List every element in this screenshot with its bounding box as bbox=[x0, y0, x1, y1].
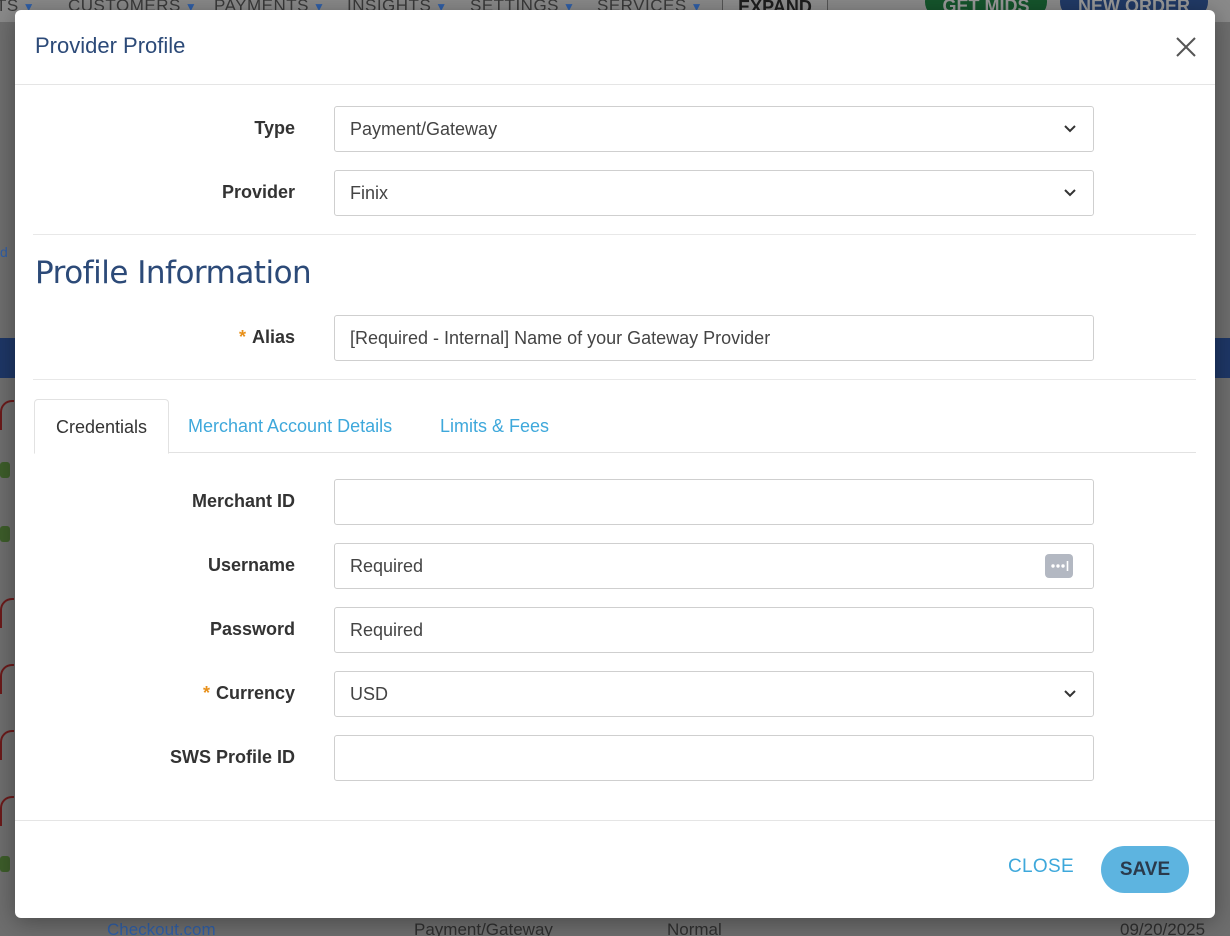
background-gear-icon bbox=[0, 526, 10, 542]
background-gear-icon bbox=[0, 856, 10, 872]
currency-label: * Currency bbox=[202, 683, 295, 703]
background-row-date: 09/20/2025 bbox=[1120, 920, 1206, 936]
section-title: Profile Information bbox=[35, 255, 312, 291]
close-x-icon[interactable] bbox=[1173, 34, 1199, 60]
background-left-fragment: d bbox=[0, 244, 8, 260]
alias-input[interactable]: [Required - Internal] Name of your Gatew… bbox=[334, 315, 1094, 361]
background-row-marker bbox=[0, 796, 14, 826]
required-marker: * bbox=[202, 683, 210, 703]
password-manager-icon[interactable] bbox=[1045, 554, 1073, 578]
type-select[interactable]: Payment/Gateway bbox=[334, 106, 1094, 152]
provider-label: Provider bbox=[221, 182, 295, 202]
currency-select-value: USD bbox=[350, 684, 389, 704]
modal-header: Provider Profile bbox=[15, 10, 1215, 85]
chevron-down-icon bbox=[1064, 125, 1076, 133]
background-row-marker bbox=[0, 598, 14, 628]
required-marker: * bbox=[238, 327, 246, 347]
type-select-value: Payment/Gateway bbox=[350, 119, 498, 139]
background-table-header-left bbox=[0, 338, 16, 378]
modal-title: Provider Profile bbox=[35, 33, 186, 58]
divider bbox=[33, 234, 1196, 235]
sws-profile-label: SWS Profile ID bbox=[169, 747, 295, 767]
background-row-marker bbox=[0, 664, 14, 694]
background-row-marker bbox=[0, 400, 14, 430]
chevron-down-icon bbox=[1064, 189, 1076, 197]
alias-label: * Alias bbox=[238, 327, 295, 347]
username-input[interactable]: Required bbox=[334, 543, 1094, 589]
provider-profile-modal: Provider Profile Type Payment/Gateway Pr… bbox=[15, 10, 1215, 918]
password-label: Password bbox=[209, 619, 295, 639]
merchant-id-label: Merchant ID bbox=[191, 491, 295, 511]
background-gear-icon bbox=[0, 462, 10, 478]
divider bbox=[33, 379, 1196, 380]
password-input[interactable]: Required bbox=[334, 607, 1094, 653]
tab-merchant-account-details[interactable]: Merchant Account Details bbox=[188, 399, 392, 453]
background-row-type: Payment/Gateway bbox=[414, 920, 553, 936]
type-label: Type bbox=[254, 118, 295, 138]
save-button[interactable]: SAVE bbox=[1101, 846, 1189, 893]
password-placeholder: Required bbox=[350, 620, 424, 640]
close-button[interactable]: CLOSE bbox=[1008, 856, 1074, 878]
background-row-name: Checkout.com bbox=[107, 920, 216, 936]
tab-credentials[interactable]: Credentials bbox=[34, 399, 169, 454]
username-placeholder: Required bbox=[350, 556, 424, 576]
footer-divider bbox=[15, 820, 1215, 821]
chevron-down-icon bbox=[1064, 690, 1076, 698]
tab-bar: Credentials Merchant Account Details Lim… bbox=[34, 399, 1196, 454]
background-row-status: Normal bbox=[667, 920, 722, 936]
alias-input-placeholder: [Required - Internal] Name of your Gatew… bbox=[350, 328, 771, 348]
username-label: Username bbox=[207, 555, 295, 575]
sws-profile-input[interactable] bbox=[334, 735, 1094, 781]
currency-select[interactable]: USD bbox=[334, 671, 1094, 717]
background-row-marker bbox=[0, 730, 14, 760]
provider-select-value: Finix bbox=[350, 183, 389, 203]
tab-limits-fees[interactable]: Limits & Fees bbox=[440, 399, 549, 453]
merchant-id-input[interactable] bbox=[334, 479, 1094, 525]
provider-select[interactable]: Finix bbox=[334, 170, 1094, 216]
